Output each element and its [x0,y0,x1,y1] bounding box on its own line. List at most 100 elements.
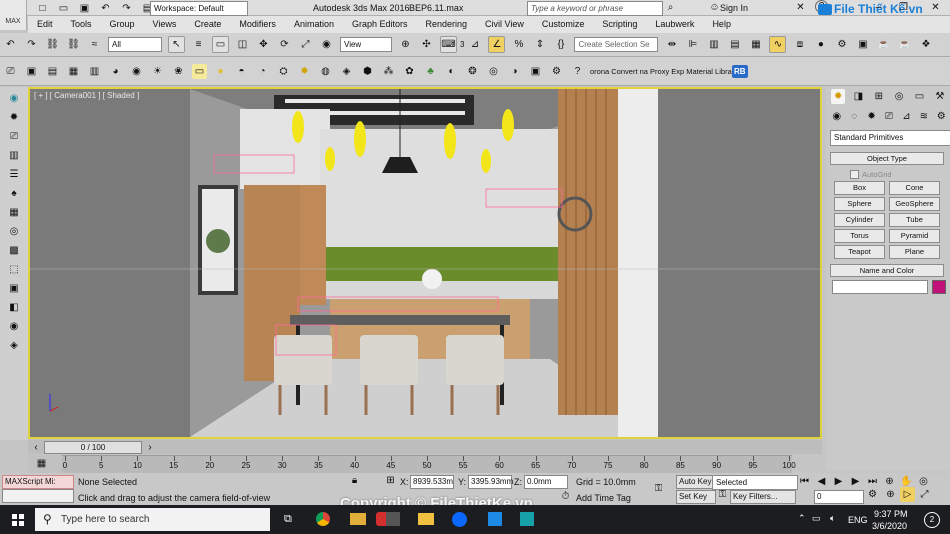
minimize-icon[interactable]: – [871,0,886,15]
maximize-viewport-icon[interactable]: ⤢ [917,487,932,502]
binoculars-icon[interactable]: ⌕ [663,0,678,15]
undo-icon[interactable]: ↶ [3,37,18,52]
spot-light-icon[interactable]: ◓ [234,64,249,79]
key-icon[interactable]: ⚿ [651,481,666,496]
bind-space-warp-icon[interactable]: ≈ [87,37,102,52]
camera-icon[interactable]: ⎚ [7,129,22,144]
task-view-icon[interactable]: ⧉ [284,513,292,526]
object-color-swatch[interactable] [932,280,946,294]
render-activeshade-icon[interactable]: ❖ [918,37,933,52]
time-tag-icon[interactable]: ⏱ [558,489,573,504]
geometry-icon[interactable]: ◉ [831,109,842,124]
object-icon[interactable]: ◈ [7,338,22,353]
chart-icon[interactable]: ▥ [7,148,22,163]
help-circle-icon[interactable]: ? [570,64,585,79]
tray-volume-icon[interactable]: 🔈︎ [830,513,835,524]
mirror-icon[interactable]: ⇹ [664,37,679,52]
menu-animation[interactable]: Animation [285,16,343,33]
timeline-next-icon[interactable]: › [145,440,155,455]
rb-badge[interactable]: RB [732,64,748,78]
dome-light-icon[interactable]: ◍ [318,64,333,79]
table-icon[interactable]: ▦ [7,205,22,220]
absolute-mode-icon[interactable]: ⊞ [383,473,398,488]
layer-icon[interactable]: ◧ [7,300,22,315]
physical-camera-icon[interactable]: ◕ [108,64,123,79]
fov-icon[interactable]: ▷ [900,487,915,502]
y-coordinate-input[interactable]: 3395.93mm [468,475,513,489]
display-tab-icon[interactable]: ▭ [912,89,926,104]
utilities-tab-icon[interactable]: ⚒ [933,89,947,104]
menu-group[interactable]: Group [101,16,144,33]
cylinder-button[interactable]: Cylinder [834,213,885,227]
place-icon[interactable]: ◉ [319,37,334,52]
rectangle-light-icon[interactable]: ▭ [192,63,207,79]
menu-create[interactable]: Create [185,16,230,33]
time-config-icon[interactable]: ⚙ [865,487,880,502]
render-region-icon[interactable]: ▦ [66,64,81,79]
language-indicator[interactable]: ENG [848,515,868,525]
shader-icon[interactable]: ⬢ [360,64,375,79]
plant-icon[interactable]: ♣ [423,64,438,79]
schematic-view-icon[interactable]: ⧈ [792,37,807,52]
auto-key-button[interactable]: Auto Key [676,475,716,489]
pivot-icon[interactable]: ⊕ [398,37,413,52]
select-by-name-icon[interactable]: ≡ [191,37,206,52]
selection-filter-dropdown[interactable]: All [108,37,162,52]
shapes-icon[interactable]: ◌ [848,109,859,124]
decal-icon[interactable]: ◐ [444,64,459,79]
menu-help[interactable]: Help [703,16,740,33]
light-lister-icon[interactable]: ▥ [87,64,102,79]
torus-button[interactable]: Torus [834,229,885,243]
tray-up-icon[interactable]: ⌃ [798,513,806,524]
mini-curve-editor-icon[interactable]: ▦ [34,456,49,471]
angle-snap-icon[interactable]: ∠ [488,36,506,53]
object-name-input[interactable] [832,280,928,294]
chrome-icon[interactable] [316,512,330,526]
sphere-button[interactable]: Sphere [834,197,885,211]
menu-scripting[interactable]: Scripting [593,16,646,33]
create-tab-icon[interactable]: ✹ [831,88,846,104]
motion-tab-icon[interactable]: ◎ [892,89,906,104]
select-rotate-icon[interactable]: ⟳ [277,37,292,52]
material-editor-icon[interactable]: ● [813,37,828,52]
modify-tab-icon[interactable]: ◨ [851,89,865,104]
ies-light-icon[interactable]: ◔ [255,64,270,79]
windows-start-icon[interactable] [12,514,24,526]
ribbon-icon[interactable]: ▦ [748,37,763,52]
name-and-color-rollout[interactable]: Name and Color [830,264,944,277]
camera-viewport[interactable]: [ + ] [ Camera001 ] [ Shaded ] [28,87,822,439]
plane-button[interactable]: Plane [889,245,940,259]
orbit-icon[interactable]: ◎ [7,224,22,239]
key-filters-toggle-icon[interactable]: ⚿ [715,487,730,502]
globe-icon[interactable]: ◎ [486,64,501,79]
time-slider-thumb[interactable]: 0 / 100 [44,440,142,454]
taskbar-search-box[interactable]: ⚲ Type here to search [35,508,270,531]
zoom-icon[interactable]: ⊕ [883,487,898,502]
snaps-toggle-icon[interactable]: ⊿ [467,37,482,52]
set-key-button[interactable]: Set Key [676,490,716,504]
z-coordinate-input[interactable]: 0.0mm [524,475,568,489]
render-setup-icon[interactable]: ⚙ [834,37,849,52]
exchange-icon[interactable]: ✕ [793,0,808,15]
cameras-icon[interactable]: ⎚ [883,109,894,124]
track-bar[interactable]: 0 5 10 15 20 25 30 35 40 45 50 55 60 65 70 75 80 85 90 95 10… [62,455,796,473]
geosphere-button[interactable]: GeoSphere [889,197,940,211]
named-selection-dropdown[interactable]: Create Selection Se [574,37,659,52]
taskbar-date[interactable]: 3/6/2020 [872,521,907,531]
toggle-scene-explorer-icon[interactable]: ▥ [706,37,721,52]
goto-start-icon[interactable]: ⏮ [797,474,812,489]
render-icon[interactable]: ▣ [7,281,22,296]
new-file-icon[interactable]: □ [35,1,50,16]
select-scale-icon[interactable]: ⤢ [298,37,313,52]
close-icon[interactable]: ✕ [928,0,943,15]
restore-icon[interactable]: ❐ [896,0,911,15]
menu-laubwerk[interactable]: Laubwerk [646,16,703,33]
sun-icon[interactable]: ✹ [7,110,22,125]
spinner-snap-icon[interactable]: ⇕ [532,37,547,52]
cone-button[interactable]: Cone [889,181,940,195]
timeline-prev-icon[interactable]: ‹ [31,440,41,455]
current-frame-input[interactable]: 0 [814,490,864,504]
screen-icon[interactable]: ▣ [528,64,543,79]
select-manipulate-icon[interactable]: ✣ [419,37,434,52]
undo-icon[interactable]: ↶ [98,1,113,16]
